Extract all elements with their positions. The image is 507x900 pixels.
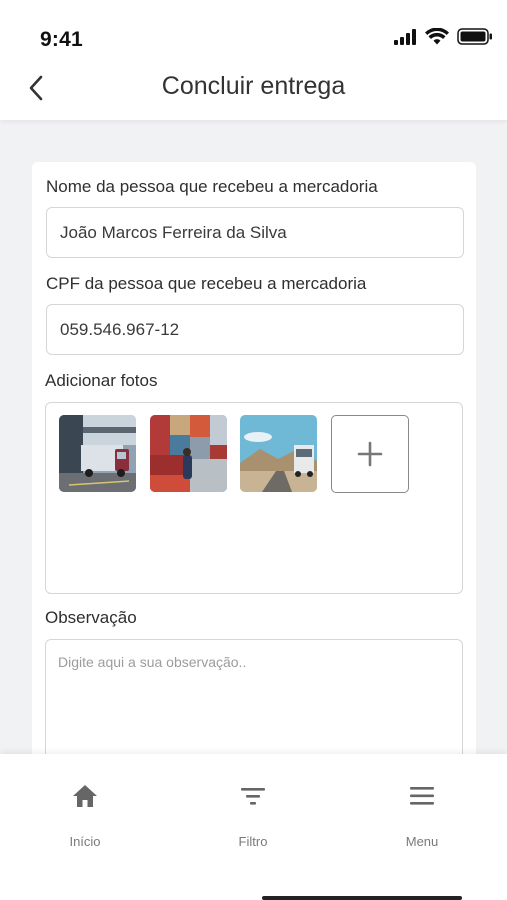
tab-inicio-label: Início xyxy=(69,834,101,849)
photo-thumbnail[interactable] xyxy=(59,415,136,492)
form-card: Nome da pessoa que recebeu a mercadoria … xyxy=(32,162,476,802)
status-bar: 9:41 xyxy=(0,0,507,62)
filter-icon xyxy=(239,780,267,812)
status-time: 9:41 xyxy=(40,28,83,51)
status-icons xyxy=(393,28,493,45)
recipient-cpf-input[interactable] xyxy=(46,304,464,355)
tab-menu[interactable]: Menu xyxy=(367,780,477,860)
home-indicator xyxy=(262,896,462,900)
battery-icon xyxy=(457,28,492,45)
plus-icon xyxy=(357,441,383,467)
page-title: Concluir entrega xyxy=(161,72,346,100)
cellular-signal-icon xyxy=(394,28,416,45)
photo-thumbnail[interactable] xyxy=(240,415,317,492)
recipient-name-input[interactable] xyxy=(46,207,464,258)
recipient-cpf-label: CPF da pessoa que recebeu a mercadoria xyxy=(46,274,367,293)
add-photos-label: Adicionar fotos xyxy=(45,371,158,390)
tab-filtro-label: Filtro xyxy=(238,834,268,849)
tab-inicio[interactable]: Início xyxy=(30,780,140,860)
tab-menu-label: Menu xyxy=(405,834,439,849)
home-icon xyxy=(71,780,99,812)
add-photo-button[interactable] xyxy=(331,415,409,493)
observation-label: Observação xyxy=(45,608,137,627)
photo-thumbnail[interactable] xyxy=(150,415,227,492)
recipient-name-label: Nome da pessoa que recebeu a mercadoria xyxy=(46,177,378,196)
bottom-tab-bar: Início Filtro Menu xyxy=(0,754,507,900)
photos-area xyxy=(45,402,463,594)
tab-filtro[interactable]: Filtro xyxy=(198,780,308,860)
menu-icon xyxy=(408,780,436,812)
wifi-icon xyxy=(425,28,449,45)
header: Concluir entrega xyxy=(0,62,507,120)
